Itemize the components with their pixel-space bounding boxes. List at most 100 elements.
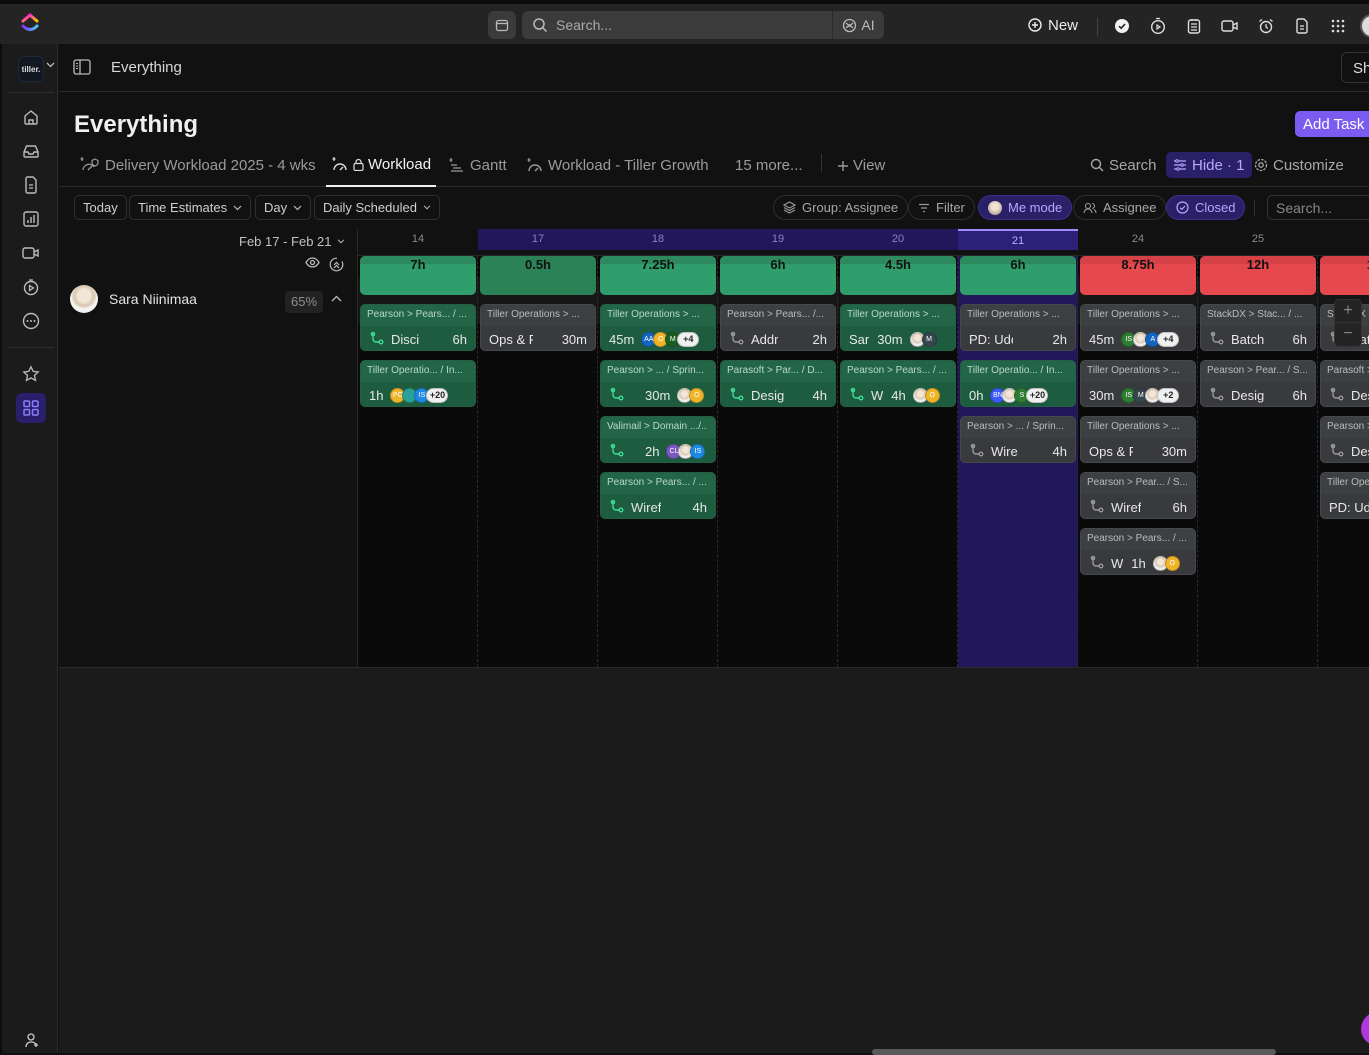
new-button[interactable]: New <box>1028 12 1078 38</box>
task-card[interactable]: Tiller Operations > ...PD: Ude2h <box>960 304 1076 351</box>
assignee-avatars: AA O M +4 <box>641 331 700 347</box>
person-name[interactable]: Sara Niinimaa <box>109 291 197 307</box>
check-circle-icon[interactable] <box>1113 17 1131 35</box>
tab-more-views[interactable]: 15 more... <box>735 144 803 187</box>
video-icon[interactable] <box>1221 17 1239 35</box>
more-icon[interactable] <box>16 306 46 336</box>
user-avatar[interactable] <box>1360 14 1369 38</box>
assignee-avatars: M <box>909 331 937 347</box>
tab-workload[interactable]: Workload <box>326 144 437 187</box>
task-card[interactable]: Tiller Operations > ... Sar 30m M <box>840 304 956 351</box>
task-card[interactable]: Tiller Operatio... / In... 0h BN S +20 <box>960 360 1076 407</box>
day-total-bar[interactable]: 7.25h <box>600 256 716 295</box>
tab-gantt[interactable]: Gantt <box>448 144 507 187</box>
workload-search-input[interactable]: Search... <box>1267 195 1369 220</box>
daily-scheduled-dropdown[interactable]: Daily Scheduled <box>314 195 440 220</box>
tab-workload-tiller-growth[interactable]: Workload - Tiller Growth <box>526 144 709 187</box>
breadcrumb[interactable]: Everything <box>111 59 182 76</box>
dashboards-icon[interactable] <box>16 204 46 234</box>
invite-user-icon[interactable] <box>24 1032 40 1048</box>
spaces-grid-icon[interactable] <box>16 393 46 423</box>
add-task-button[interactable]: Add Task <box>1295 111 1369 137</box>
task-card[interactable]: Pearson > Pears... / ... W 4h O <box>840 360 956 407</box>
task-row: W 4h O <box>841 382 955 406</box>
subtask-icon <box>1330 387 1344 401</box>
day-total-bar[interactable]: 6h <box>960 256 1076 295</box>
task-card[interactable]: Pearson > Pears... / ... W 1h O <box>1080 528 1196 575</box>
task-card[interactable]: Pearson > Pears... / ... Disci 6h <box>360 304 476 351</box>
task-card[interactable]: Pearson > Pears... / ...Desig6h <box>1320 416 1369 463</box>
chevron-down-icon[interactable] <box>46 62 55 68</box>
chevron-up-icon[interactable] <box>331 295 342 302</box>
task-card[interactable]: Tiller Operations > ... 30m IS M +2 <box>1080 360 1196 407</box>
zoom-out-button[interactable]: − <box>1335 323 1361 346</box>
timer-icon[interactable] <box>1149 17 1167 35</box>
day-total-bar[interactable]: 0.5h <box>480 256 596 295</box>
hide-button[interactable]: Hide · 1 <box>1166 152 1252 178</box>
task-card[interactable]: Pearson > ... / Sprin... 30m O <box>600 360 716 407</box>
sidebar-toggle-icon[interactable] <box>73 59 91 75</box>
timesheets-icon[interactable] <box>16 272 46 302</box>
favorites-star-icon[interactable] <box>16 359 46 389</box>
task-card[interactable]: Tiller Operations > ... 45m IS A +4 <box>1080 304 1196 351</box>
date-range-label: Feb 17 - Feb 21 <box>239 234 332 249</box>
task-card[interactable]: StackDX > Stac... / ... Batch 6h <box>1200 304 1316 351</box>
share-button[interactable]: Sh <box>1341 52 1369 83</box>
search-tasks-button[interactable]: Search <box>1090 152 1157 178</box>
calendar-button[interactable] <box>488 11 516 39</box>
day-dropdown[interactable]: Day <box>255 195 312 220</box>
filter-button[interactable]: Filter <box>908 195 975 220</box>
eye-icon[interactable] <box>305 257 320 268</box>
search-icon <box>532 17 548 33</box>
task-card[interactable]: Pearson > ... / Sprin... Wire 4h <box>960 416 1076 463</box>
zoom-in-button[interactable]: + <box>1335 300 1361 323</box>
group-assignee-button[interactable]: Group: Assignee <box>773 195 909 220</box>
clickup-logo-icon[interactable] <box>20 12 40 34</box>
day-total-bar[interactable]: 4.5h <box>840 256 956 295</box>
customize-button[interactable]: Customize <box>1254 152 1344 178</box>
workspace-logo[interactable]: tiller. <box>18 56 44 82</box>
collapse-all-icon[interactable] <box>329 257 344 272</box>
global-search[interactable]: Search... AI <box>522 11 884 39</box>
day-total-bar[interactable]: 8.75h <box>1080 256 1196 295</box>
assignee-button[interactable]: Assignee <box>1073 195 1167 220</box>
me-mode-toggle[interactable]: Me mode <box>978 195 1073 220</box>
today-button[interactable]: Today <box>74 195 127 220</box>
day-total-bar[interactable]: 7h <box>360 256 476 295</box>
task-card[interactable]: Tiller Operations > ... 45m AA O M +4 <box>600 304 716 351</box>
inbox-icon[interactable] <box>16 136 46 166</box>
task-row: Wire 4h <box>961 438 1075 462</box>
day-total-bar[interactable]: 6h <box>720 256 836 295</box>
task-card[interactable]: Tiller Operations > ...PD: Ude2h <box>1320 472 1369 519</box>
task-card[interactable]: Pearson > Pears... / ... Wiref 4h <box>600 472 716 519</box>
task-path: Valimail > Domain .../.. <box>601 417 715 438</box>
date-range-picker[interactable]: Feb 17 - Feb 21 <box>239 234 345 249</box>
add-view-button[interactable]: View <box>837 144 885 187</box>
task-card[interactable]: Valimail > Domain .../.. 2h CL IS <box>600 416 716 463</box>
task-card[interactable]: Pearson > Pears... /... Addr 2h <box>720 304 836 351</box>
apps-grid-icon[interactable] <box>1329 17 1347 35</box>
task-card[interactable]: Pearson > Pear... / S... Wiref 6h <box>1080 472 1196 519</box>
task-card[interactable]: Pearson > Pear... / S... Desig 6h <box>1200 360 1316 407</box>
alarm-icon[interactable] <box>1257 17 1275 35</box>
horizontal-scrollbar[interactable] <box>872 1049 1276 1055</box>
ai-button[interactable]: AI <box>832 11 884 39</box>
notepad-icon[interactable] <box>1185 17 1203 35</box>
tab-delivery-workload[interactable]: Delivery Workload 2025 - 4 wks <box>79 144 316 187</box>
subtask-icon <box>1330 443 1344 457</box>
doc-icon[interactable] <box>1293 17 1311 35</box>
assignee-avatars: O <box>1152 555 1180 571</box>
clips-icon[interactable] <box>16 238 46 268</box>
docs-icon[interactable] <box>16 170 46 200</box>
closed-toggle[interactable]: Closed <box>1166 195 1246 220</box>
task-card[interactable]: Parasoft > Par... / D... Desig 4h <box>720 360 836 407</box>
task-card[interactable]: Tiller Operatio... / In... 1h PO IS +20 <box>360 360 476 407</box>
day-total-bar[interactable]: 12h <box>1200 256 1316 295</box>
home-icon[interactable] <box>16 102 46 132</box>
task-card[interactable]: Tiller Operations > ... Ops & Pr 30m <box>480 304 596 351</box>
time-estimates-dropdown[interactable]: Time Estimates <box>129 195 252 220</box>
task-card[interactable]: Parasoft > Par... / D...Desig6h <box>1320 360 1369 407</box>
task-path: Parasoft > Par... / D... <box>1321 361 1369 382</box>
task-card[interactable]: Tiller Operations > ... Ops & Pr 30m <box>1080 416 1196 463</box>
day-total-bar[interactable]: 12h <box>1320 256 1369 295</box>
